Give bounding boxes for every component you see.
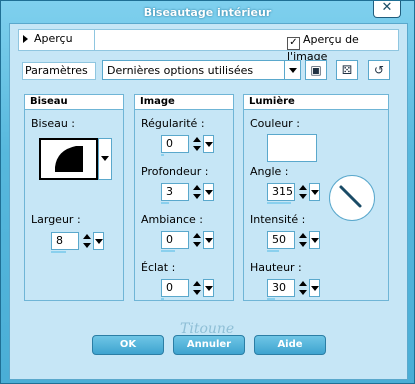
up-down-arrows-icon[interactable] [297, 231, 308, 249]
smoothness-slider-bar[interactable] [161, 154, 164, 156]
preview-label: Aperçu [34, 32, 73, 45]
checkmark-icon: ✓ [287, 37, 300, 50]
chevron-down-icon[interactable] [203, 135, 214, 153]
width-label: Largeur : [31, 213, 81, 226]
settings-row: Paramètres Dernières options utilisées ▣… [18, 60, 397, 82]
up-down-arrows-icon[interactable] [81, 232, 92, 250]
height-label: Hauteur : [250, 261, 302, 274]
close-button[interactable]: ✕ [373, 1, 401, 18]
ambience-value[interactable]: 0 [161, 231, 189, 249]
dialog-window: Biseautage intérieur ✕ Aperçu ✓ Aperçu de… [0, 0, 415, 384]
bevel-group-title: Biseau [25, 95, 123, 110]
dice-icon: ⚄ [341, 63, 353, 77]
save-preset-button[interactable]: ▣ [305, 60, 327, 80]
bevel-shape-preview[interactable] [39, 138, 98, 180]
reset-icon: ↺ [373, 63, 385, 77]
chevron-down-icon[interactable] [284, 61, 300, 79]
chevron-down-icon[interactable] [309, 279, 320, 297]
chevron-down-icon[interactable] [309, 231, 320, 249]
angle-label: Angle : [250, 165, 289, 178]
height-value[interactable]: 30 [267, 279, 295, 297]
intensity-value[interactable]: 50 [267, 231, 295, 249]
up-down-arrows-icon[interactable] [191, 183, 202, 201]
divider [94, 30, 95, 50]
chevron-down-icon[interactable] [203, 183, 214, 201]
intensity-stepper[interactable]: 50 [267, 231, 320, 252]
dial-needle-icon [339, 185, 362, 208]
smoothness-label: Régularité : [141, 117, 205, 130]
ambience-slider-bar[interactable] [161, 250, 175, 252]
up-down-arrows-icon[interactable] [297, 183, 308, 201]
color-label: Couleur : [250, 117, 300, 130]
image-group-title: Image [135, 95, 233, 110]
depth-value[interactable]: 3 [161, 183, 189, 201]
width-slider-bar[interactable] [51, 251, 66, 253]
chevron-down-icon[interactable] [203, 279, 214, 297]
depth-label: Profondeur : [141, 165, 209, 178]
bevel-shape-icon [55, 146, 83, 172]
preview-toggle-button[interactable]: Aperçu [23, 32, 73, 47]
light-group-title: Lumière [244, 95, 388, 110]
ambience-stepper[interactable]: 0 [161, 231, 214, 252]
preview-bar: Aperçu ✓ Aperçu de l'image [18, 29, 399, 63]
width-value[interactable]: 8 [51, 232, 79, 250]
intensity-label: Intensité : [250, 213, 306, 226]
dialog-body: Aperçu ✓ Aperçu de l'image Paramètres Der… [9, 23, 408, 380]
window-title: Biseautage intérieur [143, 6, 272, 19]
chevron-down-icon[interactable] [203, 231, 214, 249]
width-stepper[interactable]: 8 [51, 232, 104, 253]
smoothness-value[interactable]: 0 [161, 135, 189, 153]
preview-image-checkbox[interactable]: ✓ Aperçu de l'image [287, 33, 398, 63]
randomize-button[interactable]: ⚄ [336, 60, 358, 80]
title-bar[interactable]: Biseautage intérieur ✕ [1, 1, 414, 23]
triangle-right-icon [23, 35, 28, 43]
shininess-slider-bar[interactable] [161, 298, 164, 300]
shininess-value[interactable]: 0 [161, 279, 189, 297]
shininess-label: Éclat : [141, 261, 176, 274]
floppy-icon: ▣ [310, 63, 322, 77]
angle-dial[interactable] [329, 175, 375, 221]
chevron-down-icon[interactable] [93, 232, 104, 250]
up-down-arrows-icon[interactable] [297, 279, 308, 297]
shininess-stepper[interactable]: 0 [161, 279, 214, 300]
height-slider-bar[interactable] [267, 298, 275, 300]
bevel-label: Biseau : [31, 117, 76, 130]
depth-stepper[interactable]: 3 [161, 183, 214, 204]
settings-label: Paramètres [22, 62, 96, 80]
depth-slider-bar[interactable] [161, 202, 169, 204]
up-down-arrows-icon[interactable] [191, 231, 202, 249]
preset-value: Dernières options utilisées [107, 64, 254, 77]
ambience-label: Ambiance : [141, 213, 204, 226]
preset-select[interactable]: Dernières options utilisées [102, 60, 301, 80]
angle-slider-bar[interactable] [267, 202, 291, 204]
angle-value[interactable]: 315 [267, 183, 295, 201]
help-button[interactable]: Aide [254, 335, 326, 355]
ok-button[interactable]: OK [92, 335, 164, 355]
bevel-dropdown-button[interactable] [98, 138, 112, 180]
image-group: Image Régularité : 0 Profondeur : 3 Ambi… [134, 94, 234, 301]
intensity-slider-bar[interactable] [267, 250, 279, 252]
light-color-swatch[interactable] [267, 134, 317, 162]
reset-button[interactable]: ↺ [368, 60, 390, 80]
light-group: Lumière Couleur : Angle : 315 Intensité … [243, 94, 389, 301]
bevel-group: Biseau Biseau : Largeur : 8 [24, 94, 124, 301]
height-stepper[interactable]: 30 [267, 279, 320, 300]
close-icon: ✕ [381, 0, 393, 15]
up-down-arrows-icon[interactable] [191, 279, 202, 297]
cancel-button[interactable]: Annuler [173, 335, 245, 355]
smoothness-stepper[interactable]: 0 [161, 135, 214, 156]
up-down-arrows-icon[interactable] [191, 135, 202, 153]
chevron-down-icon[interactable] [309, 183, 320, 201]
angle-stepper[interactable]: 315 [267, 183, 320, 204]
